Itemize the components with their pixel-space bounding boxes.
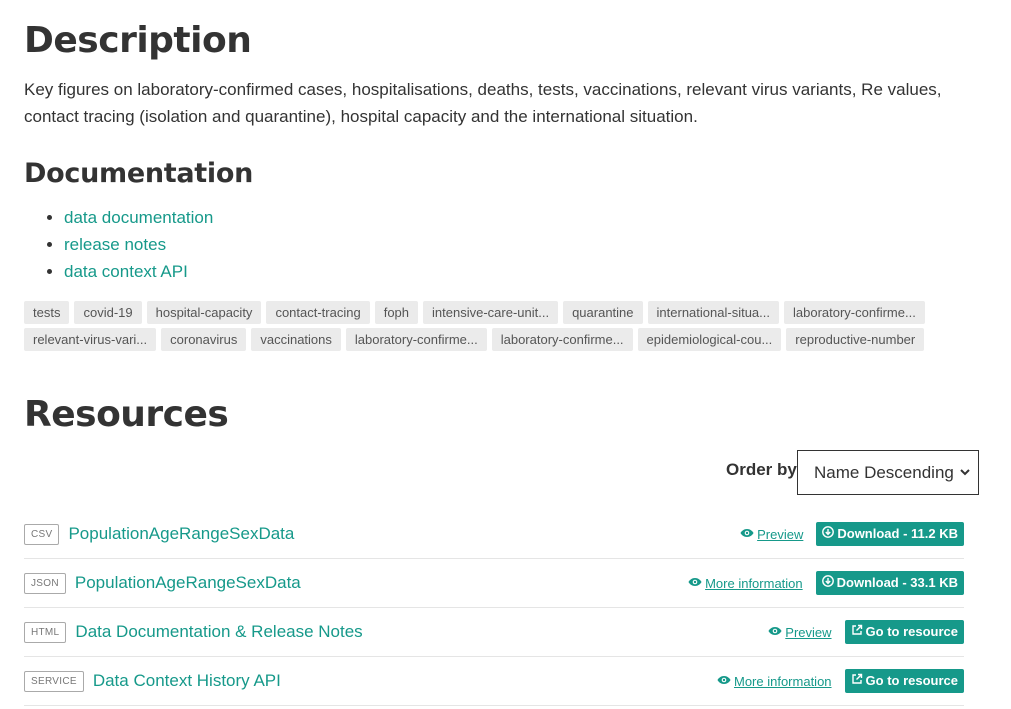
doc-list-item: data documentation xyxy=(64,204,213,231)
more-information-link[interactable]: More information xyxy=(688,576,803,591)
action-label: Preview xyxy=(757,526,804,542)
button-label: Download - 11.2 KB xyxy=(837,526,958,541)
chevron-down-icon xyxy=(960,467,970,479)
resource-item-info: SERVICE Data Context History API xyxy=(24,670,281,692)
resource-title-link[interactable]: Data Context History API xyxy=(93,671,281,691)
more-information-link[interactable]: More information xyxy=(717,674,832,689)
doc-list-item: data context API xyxy=(64,258,213,285)
tag[interactable]: laboratory-confirme... xyxy=(783,301,925,324)
resource-title-link[interactable]: Data Documentation & Release Notes xyxy=(75,622,362,642)
tag[interactable]: laboratory-confirme... xyxy=(345,328,487,351)
button-label: Go to resource xyxy=(865,673,958,688)
eye-icon xyxy=(740,527,754,541)
download-button[interactable]: Download - 11.2 KB xyxy=(816,522,964,546)
resource-list: CSV PopulationAgeRangeSexData Preview Do… xyxy=(24,510,964,706)
documentation-links: data documentation release notes data co… xyxy=(24,204,213,285)
eye-icon xyxy=(688,576,702,590)
action-label: More information xyxy=(705,575,803,591)
resource-title-link[interactable]: PopulationAgeRangeSexData xyxy=(68,524,294,544)
doc-list-item: release notes xyxy=(64,231,213,258)
tag[interactable]: reproductive-number xyxy=(786,328,925,351)
button-label: Download - 33.1 KB xyxy=(836,575,958,590)
tag[interactable]: covid-19 xyxy=(74,301,142,324)
description-text: Key figures on laboratory-confirmed case… xyxy=(24,80,942,126)
eye-icon xyxy=(717,674,731,688)
go-to-resource-button[interactable]: Go to resource xyxy=(844,620,964,644)
tag[interactable]: vaccinations xyxy=(251,328,341,351)
resources-heading: Resources xyxy=(24,394,229,435)
download-button[interactable]: Download - 33.1 KB xyxy=(815,571,964,595)
tag[interactable]: relevant-virus-vari... xyxy=(24,328,157,351)
download-icon xyxy=(821,571,834,595)
documentation-heading: Documentation xyxy=(24,158,254,189)
action-label: More information xyxy=(733,673,832,689)
resource-title-link[interactable]: PopulationAgeRangeSexData xyxy=(75,573,301,593)
external-link-icon xyxy=(851,620,863,644)
format-label: HTML xyxy=(24,621,67,643)
preview-link[interactable]: Preview xyxy=(768,624,832,640)
doc-link-release-notes[interactable]: release notes xyxy=(64,235,166,254)
resource-item: SERVICE Data Context History API More in… xyxy=(24,657,964,706)
preview-link[interactable]: Preview xyxy=(740,527,803,542)
tag[interactable]: coronavirus xyxy=(161,328,247,351)
order-by-select[interactable]: Name Descending xyxy=(797,450,979,495)
order-by-value: Name Descending xyxy=(814,462,954,482)
tag-list: tests covid-19 hospital-capacity contact… xyxy=(24,301,944,351)
order-by-label: Order by xyxy=(726,460,797,479)
tag[interactable]: laboratory-confirme... xyxy=(491,328,633,351)
external-link-icon xyxy=(851,669,863,693)
resource-item-info: CSV PopulationAgeRangeSexData xyxy=(24,523,294,545)
resource-actions: More information Go to resource xyxy=(717,669,964,693)
go-to-resource-button[interactable]: Go to resource xyxy=(844,669,964,693)
tag[interactable]: contact-tracing xyxy=(266,301,370,324)
description-heading: Description xyxy=(24,20,252,61)
download-icon xyxy=(822,522,835,546)
resource-actions: Preview Go to resource xyxy=(768,620,964,644)
format-label: JSON xyxy=(24,572,66,594)
tag[interactable]: quarantine xyxy=(563,301,643,324)
resource-item: HTML Data Documentation & Release Notes … xyxy=(24,608,964,657)
tag[interactable]: epidemiological-cou... xyxy=(637,328,782,351)
resource-item: JSON PopulationAgeRangeSexData More info… xyxy=(24,559,964,608)
format-label: CSV xyxy=(24,523,60,545)
button-label: Go to resource xyxy=(865,624,958,639)
eye-icon xyxy=(768,625,782,639)
tag[interactable]: tests xyxy=(24,301,70,324)
tag[interactable]: international-situa... xyxy=(647,301,779,324)
tag[interactable]: intensive-care-unit... xyxy=(423,301,559,324)
doc-link-data-documentation[interactable]: data documentation xyxy=(64,208,213,227)
resource-item-info: JSON PopulationAgeRangeSexData xyxy=(24,572,301,594)
tag[interactable]: hospital-capacity xyxy=(146,301,262,324)
resource-actions: More information Download - 33.1 KB xyxy=(688,571,964,595)
resource-item-info: HTML Data Documentation & Release Notes xyxy=(24,621,363,643)
resource-actions: Preview Download - 11.2 KB xyxy=(740,522,964,546)
doc-link-data-context-api[interactable]: data context API xyxy=(64,262,188,281)
tag[interactable]: foph xyxy=(374,301,419,324)
action-label: Preview xyxy=(785,624,832,640)
resource-item: CSV PopulationAgeRangeSexData Preview Do… xyxy=(24,510,964,559)
format-label: SERVICE xyxy=(24,670,84,692)
